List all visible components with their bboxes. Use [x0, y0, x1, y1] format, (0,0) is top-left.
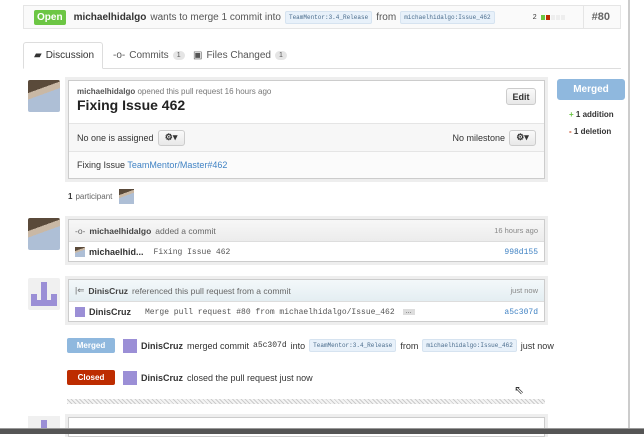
- tab-files-changed[interactable]: ▣ Files Changed 1: [183, 42, 297, 69]
- event-text: referenced this pull request from a comm…: [132, 285, 291, 296]
- base-branch[interactable]: TeamMentor:3.4_Release: [284, 10, 373, 24]
- author-link[interactable]: michaelhidalgo: [89, 226, 151, 236]
- pr-number: #80: [591, 11, 610, 23]
- avatar[interactable]: [28, 218, 60, 250]
- from-text: from: [400, 340, 419, 351]
- reference-icon: |⇐: [75, 285, 85, 295]
- participant-count: 1: [68, 192, 73, 201]
- expand-message-button[interactable]: …: [402, 309, 415, 315]
- avatar[interactable]: [28, 80, 60, 112]
- pr-header: Open michaelhidalgo wants to merge 1 com…: [23, 5, 621, 29]
- commit-message[interactable]: Merge pull request #80 from michaelhidal…: [145, 308, 395, 317]
- event-text: added a commit: [155, 225, 216, 236]
- scrollbar[interactable]: [628, 0, 630, 428]
- merged-badge: Merged: [67, 338, 115, 353]
- tab-label: Files Changed: [206, 50, 271, 61]
- author-link[interactable]: DinisCruz: [141, 373, 183, 383]
- commit-author[interactable]: michaelhid...: [89, 247, 144, 257]
- commit-message[interactable]: Fixing Issue 462: [154, 248, 231, 257]
- deletions: - 1 deletion: [569, 127, 612, 136]
- avatar[interactable]: [123, 338, 137, 353]
- event-text: merged commit: [187, 340, 250, 351]
- diff-count: 2: [532, 13, 537, 21]
- avatar[interactable]: [28, 278, 60, 310]
- tab-commits[interactable]: -o- Commits 1: [103, 42, 195, 69]
- body-text: Fixing Issue: [77, 160, 128, 170]
- additions-text: 1 addition: [575, 110, 614, 119]
- file-diff-icon: ▣: [193, 50, 203, 61]
- diffstat-bar: [540, 14, 565, 20]
- from-text: from: [376, 11, 397, 23]
- author-link[interactable]: michaelhidalgo: [74, 12, 147, 23]
- commit-sha[interactable]: a5c307d: [253, 341, 287, 350]
- head-branch[interactable]: michaelhidalgo:Issue_462: [422, 339, 517, 352]
- identicon: [31, 282, 57, 306]
- timestamp: just now: [520, 340, 554, 351]
- commit-author[interactable]: DinisCruz: [89, 307, 141, 317]
- gear-icon: ⚙▾: [164, 132, 178, 142]
- commit-sha[interactable]: 998d155: [504, 248, 538, 257]
- author-link[interactable]: michaelhidalgo: [77, 87, 135, 96]
- reference-event: |⇐ DinisCruz referenced this pull request …: [68, 279, 545, 322]
- assignee-text: No one is assigned: [77, 132, 154, 143]
- deletions-text: 1 deletion: [573, 127, 612, 136]
- into-text: into: [290, 340, 306, 351]
- tab-label: Discussion: [45, 50, 95, 61]
- commit-icon: -o-: [113, 50, 126, 61]
- commit-avatar: [75, 307, 85, 317]
- commit-sha[interactable]: a5c307d: [504, 308, 538, 317]
- commit-avatar: [75, 247, 85, 257]
- timestamp: 16 hours ago: [494, 226, 538, 235]
- timestamp: just now: [510, 286, 538, 295]
- author-link[interactable]: DinisCruz: [88, 286, 128, 296]
- timeline-divider: [67, 399, 545, 404]
- closed-badge: Closed: [67, 370, 115, 385]
- additions: + 1 addition: [569, 110, 614, 119]
- mouse-cursor: ⇖: [514, 383, 525, 397]
- page-title: Fixing Issue 462: [77, 97, 186, 113]
- edit-button[interactable]: Edit: [506, 88, 536, 105]
- pr-description: michaelhidalgo opened this pull request …: [68, 80, 545, 179]
- milestone-text: No milestone: [452, 132, 505, 143]
- milestone-gear-button[interactable]: ⚙▾: [509, 129, 536, 146]
- tab-count: 1: [274, 51, 287, 60]
- header-text: wants to merge 1 commit into: [150, 11, 281, 23]
- tab-discussion[interactable]: ▰ Discussion: [23, 42, 103, 69]
- comment-box: [68, 417, 545, 437]
- participants: 1 participant: [68, 189, 135, 204]
- assignee-gear-button[interactable]: ⚙▾: [157, 129, 185, 146]
- base-branch[interactable]: TeamMentor:3.4_Release: [309, 339, 397, 352]
- avatar[interactable]: [123, 370, 137, 385]
- participant-label: participant: [75, 192, 113, 201]
- issue-link[interactable]: TeamMentor/Master#462: [127, 160, 227, 170]
- author-link[interactable]: DinisCruz: [141, 341, 183, 351]
- closed-event: Closed DinisCruz closed the pull request…: [67, 370, 313, 385]
- event-text: closed the pull request just now: [187, 372, 313, 383]
- opened-text: opened this pull request 16 hours ago: [137, 87, 272, 96]
- merged-event: Merged DinisCruz merged commit a5c307d i…: [67, 338, 554, 353]
- gear-icon: ⚙▾: [516, 132, 529, 142]
- commit-icon: -o-: [75, 225, 86, 236]
- merged-state-button: Merged: [557, 79, 625, 100]
- discussion-icon: ▰: [34, 50, 42, 61]
- status-badge: Open: [34, 9, 66, 25]
- head-branch[interactable]: michaelhidalgo:Issue_462: [400, 10, 495, 24]
- window-frame: [0, 428, 644, 434]
- participant-avatar[interactable]: [119, 189, 135, 204]
- commit-event: -o-michaelhidalgo added a commit 16 hours…: [68, 219, 545, 262]
- tab-label: Commits: [129, 50, 169, 61]
